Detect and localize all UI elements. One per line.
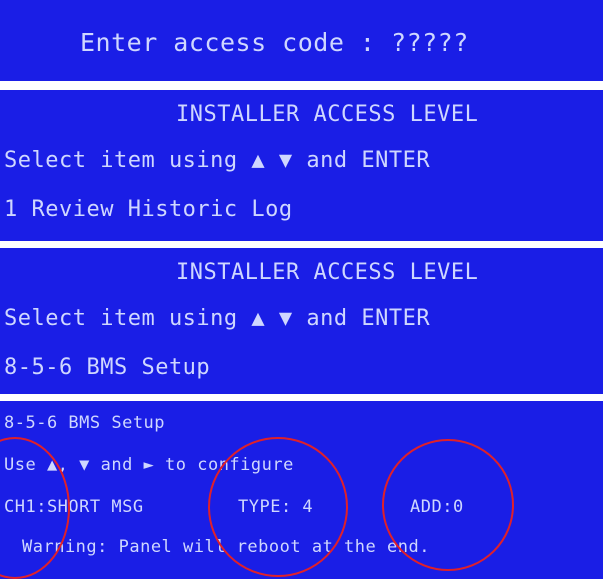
channel-field[interactable]: CH1:SHORT MSG: [4, 497, 144, 517]
menu-item-bms-setup[interactable]: 8-5-6 BMS Setup: [4, 355, 210, 380]
menu-instruction: Select item using ▲ ▼ and ENTER: [4, 306, 431, 331]
menu-title: INSTALLER ACCESS LEVEL: [176, 260, 479, 285]
installer-menu-screen-2: INSTALLER ACCESS LEVEL Select item using…: [0, 248, 603, 394]
menu-instruction: Select item using ▲ ▼ and ENTER: [4, 148, 431, 173]
type-field[interactable]: TYPE: 4: [238, 497, 313, 517]
installer-menu-screen-1: INSTALLER ACCESS LEVEL Select item using…: [0, 90, 603, 241]
configure-instruction: Use ▲, ▼ and ► to configure: [4, 455, 294, 475]
bms-setup-screen: 8-5-6 BMS Setup Use ▲, ▼ and ► to config…: [0, 401, 603, 579]
access-code-prompt: Enter access code : ?????: [80, 28, 469, 57]
reboot-warning: Warning: Panel will reboot at the end.: [22, 537, 430, 557]
access-code-screen: Enter access code : ?????: [0, 0, 603, 81]
menu-item-review-historic-log[interactable]: 1 Review Historic Log: [4, 197, 293, 222]
address-field[interactable]: ADD:0: [410, 497, 464, 517]
menu-title: INSTALLER ACCESS LEVEL: [176, 102, 479, 127]
bms-setup-header: 8-5-6 BMS Setup: [4, 413, 166, 433]
